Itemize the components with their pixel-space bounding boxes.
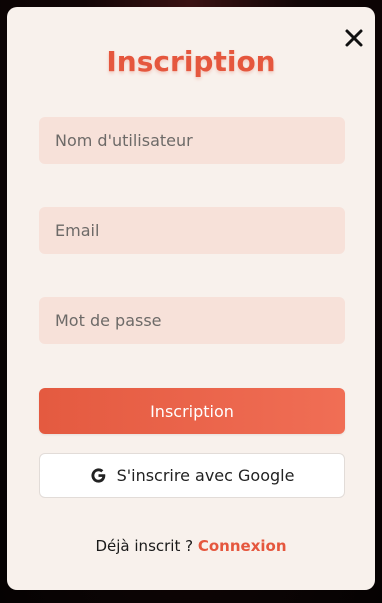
email-input[interactable]: Email: [39, 207, 345, 254]
google-signup-button[interactable]: S'inscrire avec Google: [39, 453, 345, 498]
signup-modal: Inscription Nom d'utilisateur Email Mot …: [7, 7, 375, 590]
login-link[interactable]: Connexion: [198, 537, 287, 555]
email-placeholder: Email: [55, 221, 100, 240]
password-placeholder: Mot de passe: [55, 311, 162, 330]
password-input[interactable]: Mot de passe: [39, 297, 345, 344]
username-placeholder: Nom d'utilisateur: [55, 131, 193, 150]
google-icon: [90, 467, 107, 484]
signup-submit-label: Inscription: [150, 401, 234, 421]
signup-submit-button[interactable]: Inscription: [39, 388, 345, 434]
login-prompt: Déjà inscrit ? Connexion: [7, 537, 375, 555]
username-input[interactable]: Nom d'utilisateur: [39, 117, 345, 164]
google-signup-label: S'inscrire avec Google: [116, 466, 295, 485]
modal-title: Inscription: [106, 45, 276, 78]
login-prompt-text: Déjà inscrit ?: [95, 537, 194, 555]
